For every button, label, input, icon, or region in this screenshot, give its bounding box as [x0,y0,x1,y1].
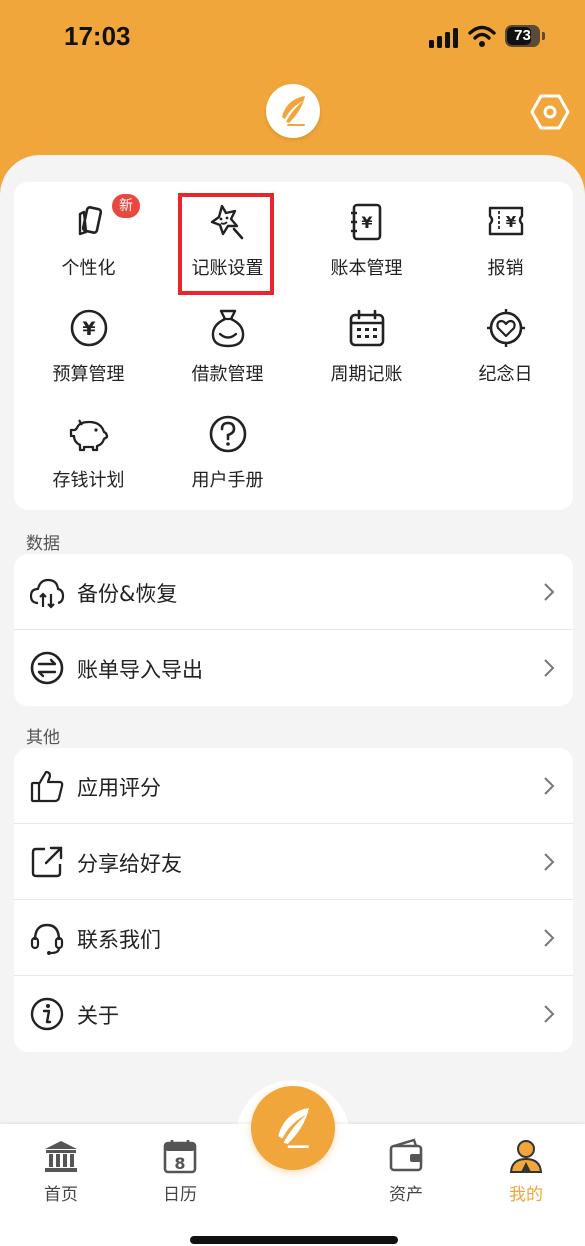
grid-item-label: 用户手册 [191,470,264,491]
chevron-right-icon [544,853,555,871]
grid-item-label: 借款管理 [191,364,264,385]
status-time: 17:03 [64,21,131,51]
piggy-bank-icon [69,419,108,452]
info-icon [30,997,64,1031]
headset-icon [30,923,64,955]
cellular-signal-icon [429,28,458,48]
list-item-rate-app[interactable]: 应用评分 [14,748,573,824]
tab-home[interactable]: 首页 [21,1138,101,1208]
section-title-data: 数据 [26,534,60,554]
share-icon [31,846,63,878]
list-item-backup-restore[interactable]: 备份&恢复 [14,554,573,630]
wifi-icon [468,25,496,47]
grid-item-label: 存钱计划 [52,470,125,491]
list-item-label: 账单导入导出 [77,658,203,682]
battery-indicator: 73 [505,25,545,47]
list-item-import-export[interactable]: 账单导入导出 [14,630,573,706]
app-logo [266,84,320,138]
grid-item-label: 预算管理 [52,364,125,385]
home-indicator [190,1236,398,1244]
list-item-contact-us[interactable]: 联系我们 [14,900,573,976]
heart-target-icon [486,309,525,347]
list-item-label: 联系我们 [77,928,161,952]
grid-item-savings-plan[interactable]: 存钱计划 [19,394,158,498]
palette-cards-icon [78,206,102,236]
grid-item-label: 个性化 [61,258,116,279]
data-section-card: 备份&恢复 账单导入导出 [14,554,573,706]
grid-item-label: 纪念日 [478,364,533,385]
grid-item-loan-management[interactable]: 借款管理 [158,288,297,392]
transfer-icon [30,651,64,685]
tab-label: 资产 [389,1185,423,1205]
tab-calendar[interactable]: 8 日历 [140,1138,220,1208]
list-item-share[interactable]: 分享给好友 [14,824,573,900]
yen-circle-icon: ¥ [70,309,107,347]
wallet-icon [389,1138,423,1172]
list-item-label: 应用评分 [77,776,161,800]
tab-assets[interactable]: 资产 [366,1138,446,1208]
grid-item-label: 报销 [487,258,524,279]
help-circle-icon [209,415,246,453]
feature-grid-card: 个性化 记账设置 ¥ 账本管理 ¥ 报销 ¥ 预算管理 借款管理 周期记账 纪念… [14,182,573,510]
new-badge: 新 [112,194,140,218]
list-item-label: 关于 [77,1004,119,1028]
cloud-sync-icon [29,578,65,609]
tab-label: 日历 [163,1185,197,1205]
list-item-label: 分享给好友 [77,852,182,876]
grid-item-ledger-management[interactable]: ¥ 账本管理 [297,182,436,286]
grid-item-budget-management[interactable]: ¥ 预算管理 [19,288,158,392]
tab-mine[interactable]: 我的 [486,1138,566,1208]
grid-item-user-manual[interactable]: 用户手册 [158,394,297,498]
user-icon [509,1140,543,1173]
chevron-right-icon [544,777,555,795]
chevron-right-icon [544,1005,555,1023]
list-item-about[interactable]: 关于 [14,976,573,1052]
calendar-icon [349,309,384,347]
feather-pen-icon [282,96,305,126]
grid-item-anniversary[interactable]: 纪念日 [436,288,575,392]
chevron-right-icon [544,659,555,677]
grid-item-label: 账本管理 [330,258,403,279]
chevron-right-icon [544,583,555,601]
highlight-box [178,193,274,295]
money-bag-icon [211,309,244,348]
grid-item-reimbursement[interactable]: ¥ 报销 [436,182,575,286]
bank-icon [45,1141,77,1172]
svg-text:¥: ¥ [361,213,372,232]
ledger-icon: ¥ [350,203,381,241]
list-item-label: 备份&恢复 [77,582,178,606]
battery-level: 73 [514,27,531,44]
grid-item-label: 周期记账 [330,364,403,385]
thumbs-up-icon [30,770,64,803]
tab-label: 我的 [509,1185,543,1205]
section-title-other: 其他 [26,728,60,748]
status-bar: 17:03 73 [0,18,585,58]
tab-label: 首页 [44,1185,78,1205]
feather-pen-icon [278,1108,309,1148]
settings-hexagon-icon[interactable] [530,94,570,130]
add-entry-button[interactable] [251,1086,335,1170]
receipt-icon: ¥ [488,206,523,236]
svg-text:¥: ¥ [505,213,516,231]
svg-text:¥: ¥ [82,318,95,340]
calendar-day: 8 [174,1154,185,1173]
grid-item-recurring-entries[interactable]: 周期记账 [297,288,436,392]
chevron-right-icon [544,929,555,947]
calendar-8-icon: 8 [163,1140,197,1174]
other-section-card: 应用评分 分享给好友 联系我们 关于 [14,748,573,1052]
